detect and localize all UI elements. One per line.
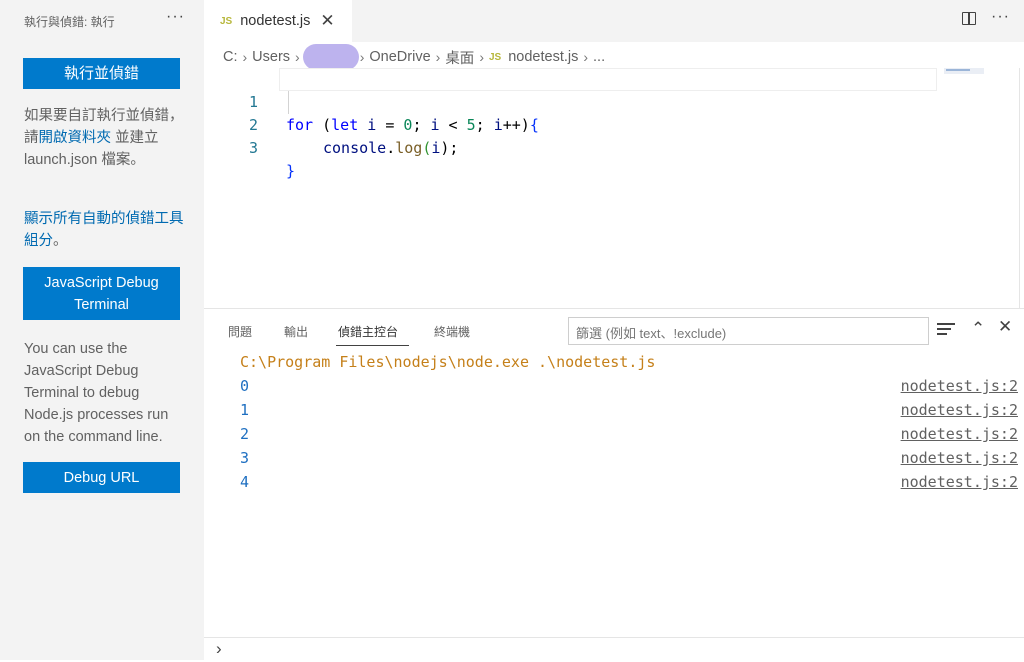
line-content: console.log(i); (323, 139, 459, 157)
chevron-right-icon: › (242, 49, 248, 65)
breadcrumb-symbol[interactable]: ... (593, 49, 605, 65)
breadcrumb-drive[interactable]: C: (223, 49, 238, 65)
js-debug-description: You can use the JavaScript Debug Termina… (24, 341, 169, 445)
chevron-right-icon: › (583, 49, 589, 65)
chevron-right-icon: › (435, 49, 441, 65)
filter-input[interactable]: 篩選 (例如 text、!exclude) (568, 317, 929, 345)
code-line: 3 } (204, 114, 944, 180)
chevron-up-icon[interactable]: ⌃ (971, 319, 985, 339)
console-source-link[interactable]: nodetest.js:2 (901, 447, 1018, 469)
show-all-debuggers-text: 顯示所有自動的偵錯工具組分。 (24, 208, 184, 252)
sidebar-title: 執行與偵錯: 執行 (24, 15, 115, 29)
breadcrumb: C: › Users › › OneDrive › 桌面 › JS nodete… (223, 44, 605, 70)
split-editor-icon[interactable] (962, 12, 976, 25)
chevron-right-icon: › (479, 49, 484, 65)
vertical-scrollbar[interactable] (1019, 68, 1020, 308)
tab-problems[interactable]: 問題 (228, 323, 252, 340)
more-actions-icon[interactable]: ··· (991, 8, 1010, 26)
chevron-right-icon: › (359, 49, 365, 65)
breadcrumb-desktop[interactable]: 桌面 (445, 47, 474, 68)
breadcrumb-onedrive[interactable]: OneDrive (369, 49, 430, 65)
close-icon[interactable]: ✕ (320, 11, 334, 31)
javascript-file-icon: JS (220, 15, 233, 27)
console-source-link[interactable]: nodetest.js:2 (901, 423, 1018, 445)
active-tab-indicator (336, 345, 409, 346)
redacted-username (302, 44, 359, 70)
more-actions-icon[interactable]: ··· (166, 8, 185, 26)
customize-run-text: 如果要自訂執行並偵錯，請開啟資料夾 並建立 launch.json 檔案。 (24, 105, 184, 171)
console-command: C:\Program Files\nodejs\node.exe .\nodet… (240, 353, 656, 371)
prompt-chevron-icon: › (216, 639, 222, 658)
open-folder-link[interactable]: 開啟資料夾 (39, 130, 112, 146)
console-output-value: 0 (240, 377, 250, 395)
editor-tab-bar: JS nodetest.js ✕ ··· (204, 0, 1024, 42)
console-output-value: 4 (240, 473, 250, 491)
breadcrumb-file[interactable]: nodetest.js (508, 49, 578, 65)
run-and-debug-button[interactable]: 執行並偵錯 (23, 58, 180, 89)
js-debug-terminal-button[interactable]: JavaScript Debug Terminal (23, 267, 180, 320)
console-source-link[interactable]: nodetest.js:2 (901, 471, 1018, 493)
chevron-right-icon: › (295, 49, 300, 65)
console-output-value: 2 (240, 425, 250, 443)
close-icon[interactable]: ✕ (998, 317, 1012, 337)
console-source-link[interactable]: nodetest.js:2 (901, 375, 1018, 397)
javascript-file-icon: JS (488, 51, 502, 63)
console-input[interactable]: › (204, 637, 1024, 662)
tab-nodetest-js[interactable]: JS nodetest.js ✕ (204, 0, 352, 42)
breadcrumb-users[interactable]: Users (252, 49, 290, 65)
show-all-suffix: 。 (53, 233, 68, 249)
line-number: 3 (248, 139, 258, 157)
minimap[interactable] (944, 68, 1024, 308)
line-content: } (286, 162, 296, 180)
tab-debug-console[interactable]: 偵錯主控台 (338, 323, 398, 340)
show-all-debuggers-link[interactable]: 顯示所有自動的偵錯工具組分 (24, 211, 184, 249)
tab-terminal[interactable]: 終端機 (434, 323, 470, 340)
debug-url-button[interactable]: Debug URL (23, 462, 180, 493)
bottom-panel: 問題 輸出 偵錯主控台 終端機 篩選 (例如 text、!exclude) ⌃ … (204, 308, 1024, 661)
console-output-value: 1 (240, 401, 250, 419)
minimap-viewport (944, 68, 984, 74)
tab-output[interactable]: 輸出 (284, 323, 308, 340)
code-line: 1 for (let i = 0; i < 5; i++){ (204, 68, 944, 134)
code-editor[interactable]: 1 for (let i = 0; i < 5; i++){ 2 console… (204, 68, 1024, 308)
filter-list-icon[interactable] (937, 323, 955, 337)
tab-label: nodetest.js (240, 13, 311, 29)
code-line: 2 console.log(i); (204, 91, 944, 157)
console-source-link[interactable]: nodetest.js:2 (901, 399, 1018, 421)
console-output-value: 3 (240, 449, 250, 467)
run-and-debug-sidebar: 執行與偵錯: 執行 ··· 執行並偵錯 如果要自訂執行並偵錯，請開啟資料夾 並建… (0, 0, 204, 660)
